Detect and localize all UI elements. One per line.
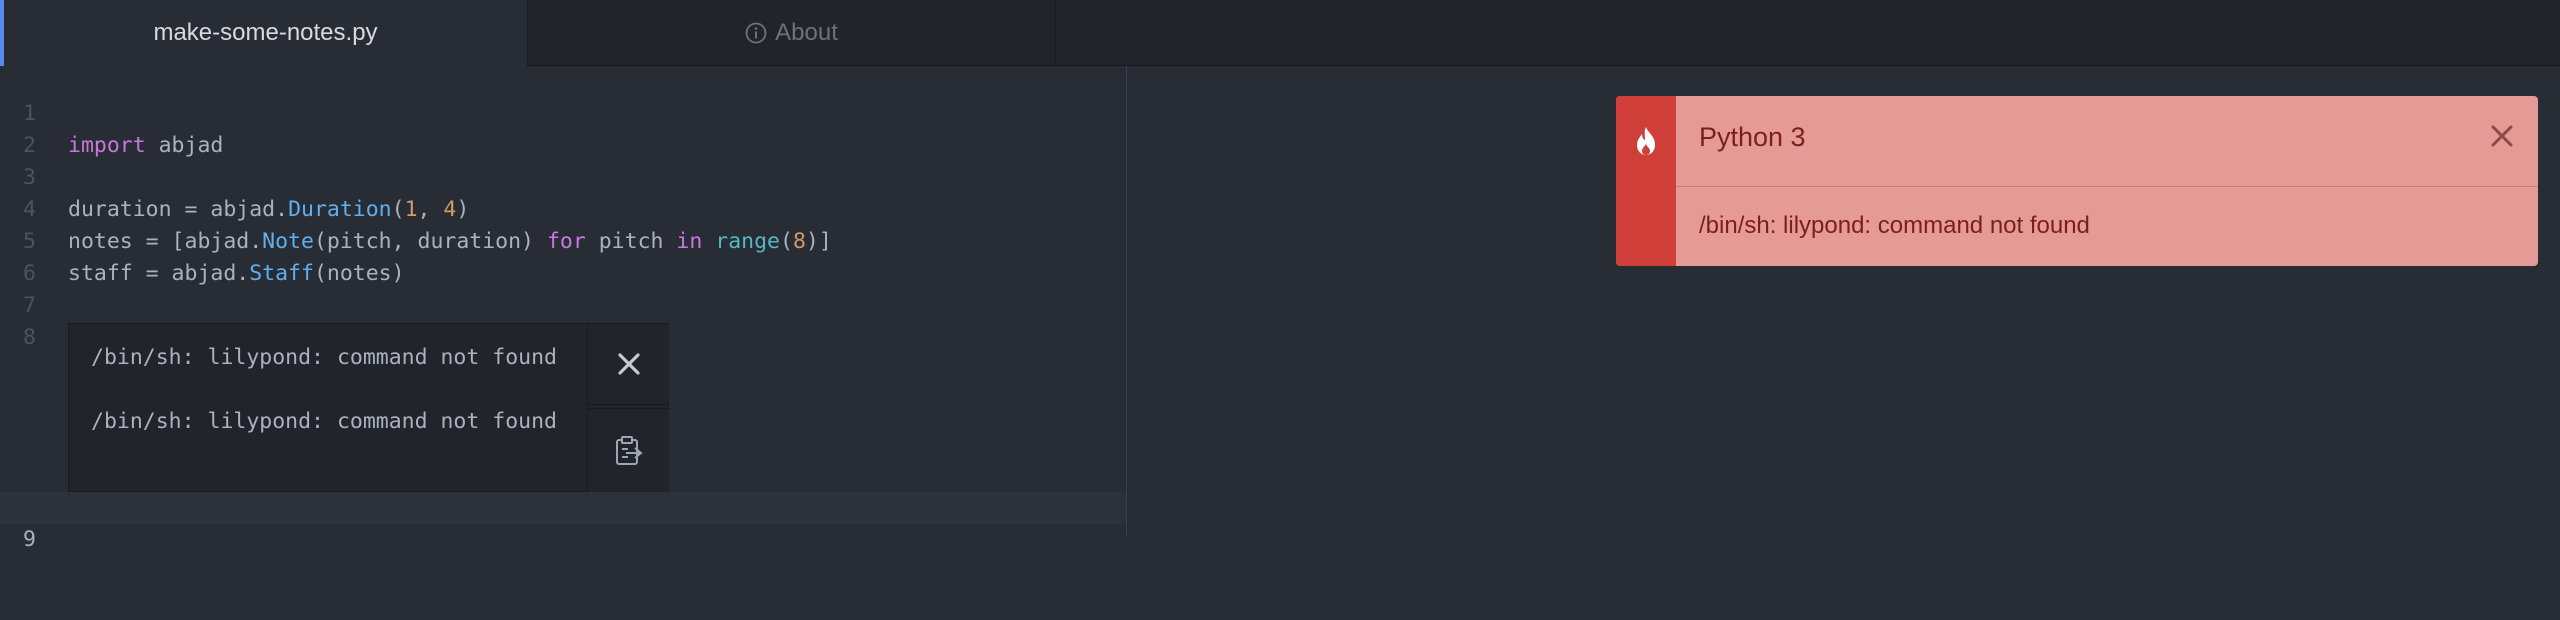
code-line[interactable]: 2	[0, 98, 1126, 158]
code-line[interactable]: 5 staff = abjad.Staff(notes)	[0, 194, 1126, 286]
line-number: 8	[23, 325, 36, 350]
tab-bar: make-some-notes.py About	[0, 0, 2560, 66]
notification-icon-strip	[1616, 96, 1676, 266]
code-line[interactable]: 6	[0, 226, 1126, 286]
code-line-active[interactable]: 9	[0, 492, 1126, 552]
flame-icon	[1637, 127, 1655, 155]
clipboard-icon	[615, 435, 643, 465]
tab-about[interactable]: About	[528, 0, 1056, 66]
code-line[interactable]: 3 duration = abjad.Duration(1, 4)	[0, 130, 1126, 222]
code-line[interactable]: 1 import abjad	[0, 66, 1126, 158]
code-line[interactable]: 4 notes = [abjad.Note(pitch, duration) f…	[0, 162, 1126, 254]
output-actions	[587, 324, 669, 492]
tab-make-some-notes[interactable]: make-some-notes.py	[0, 0, 528, 66]
notification-divider	[1676, 186, 2538, 187]
tab-label: make-some-notes.py	[153, 19, 378, 46]
code-line[interactable]: 8 abjad.play(staff)	[0, 290, 1126, 382]
code-line[interactable]: 7 abjad.show(staff)	[0, 258, 1126, 350]
notification-close-icon[interactable]	[2488, 122, 2516, 150]
notification-message: /bin/sh: lilypond: command not found	[1699, 212, 2090, 239]
error-notification: Python 3 /bin/sh: lilypond: command not …	[1616, 96, 2538, 266]
inline-output-bubble: /bin/sh: lilypond: command not found /bi…	[68, 323, 669, 492]
output-copy-button[interactable]	[588, 408, 669, 492]
notification-title: Python 3	[1699, 122, 1806, 152]
close-icon	[617, 353, 640, 375]
output-line: /bin/sh: lilypond: command not found	[91, 409, 557, 434]
output-line: /bin/sh: lilypond: command not found	[91, 345, 557, 370]
info-icon	[745, 22, 767, 44]
tab-label: About	[775, 19, 838, 46]
line-number: 9	[23, 527, 36, 552]
output-close-button[interactable]	[588, 324, 669, 405]
